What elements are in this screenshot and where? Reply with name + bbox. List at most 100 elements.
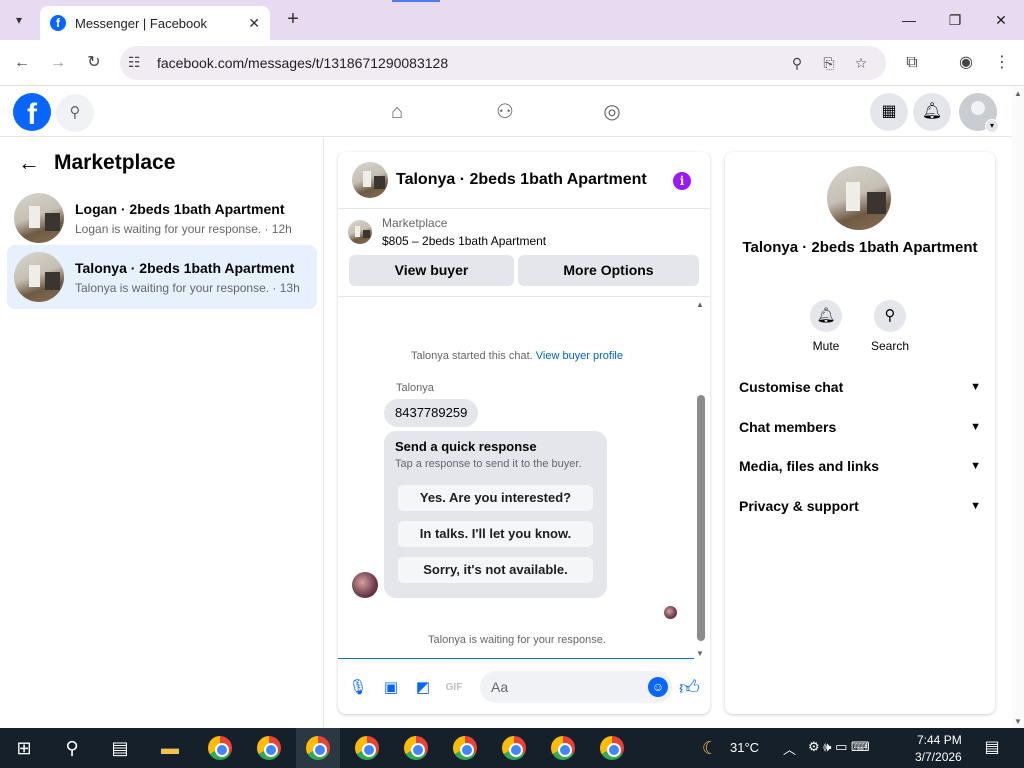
chrome-taskbar-icon[interactable]: [206, 734, 234, 762]
photo-icon[interactable]: ▣: [381, 678, 401, 698]
chrome-taskbar-icon[interactable]: [451, 734, 479, 762]
chrome-taskbar-icon[interactable]: [598, 734, 626, 762]
tab-strip-indicator: [392, 0, 440, 2]
reload-icon[interactable]: ↻: [82, 51, 106, 75]
browser-toolbar: ← → ↻ ☷ facebook.com/messages/t/13186712…: [0, 40, 1024, 86]
site-settings-icon[interactable]: ☷: [128, 54, 141, 71]
scroll-up-icon[interactable]: ▲: [1014, 89, 1022, 98]
info-icon[interactable]: i: [673, 172, 691, 190]
emoji-icon[interactable]: ☺: [648, 677, 668, 697]
quick-reply-button[interactable]: Yes. Are you interested?: [398, 485, 593, 511]
scroll-down-icon[interactable]: ▼: [696, 649, 704, 658]
chat-header[interactable]: Talonya · 2beds 1bath Apartment i: [338, 152, 710, 209]
chrome-taskbar-icon[interactable]: [353, 734, 381, 762]
scroll-up-icon[interactable]: ▲: [696, 300, 704, 309]
search-icon[interactable]: ⚲: [56, 94, 94, 132]
view-buyer-button[interactable]: View buyer: [349, 255, 514, 286]
quick-reply-button[interactable]: In talks. I'll let you know.: [398, 521, 593, 547]
bookmark-star-icon[interactable]: ☆: [851, 53, 871, 73]
new-tab-icon[interactable]: +: [282, 8, 304, 31]
chat-info-name: Talonya · 2beds 1bath Apartment: [742, 239, 978, 256]
search-icon[interactable]: ⚲: [874, 300, 906, 332]
menu-grid-icon[interactable]: ▦: [870, 93, 908, 131]
close-window-icon[interactable]: ✕: [989, 8, 1013, 32]
browser-titlebar: ▾ f Messenger | Facebook ✕ + — ❐ ✕: [0, 0, 1024, 40]
started-text: Talonya started this chat.: [411, 350, 533, 362]
close-tab-icon[interactable]: ✕: [248, 15, 260, 32]
minimize-icon[interactable]: —: [897, 8, 921, 32]
section-customise-chat[interactable]: Customise chat ▼: [739, 379, 981, 395]
extensions-icon[interactable]: ⧉: [900, 51, 924, 75]
marketplace-label: Marketplace: [382, 216, 448, 230]
chat-scrollbar[interactable]: ▲ ▼: [696, 300, 706, 658]
tab-title: Messenger | Facebook: [75, 15, 207, 31]
section-chat-members[interactable]: Chat members ▼: [739, 419, 981, 435]
temperature[interactable]: 31°C: [730, 740, 759, 755]
chrome-taskbar-icon[interactable]: [255, 734, 283, 762]
friends-icon[interactable]: ⚇: [492, 99, 518, 125]
facebook-logo-icon[interactable]: f: [13, 93, 51, 131]
chat-info-panel: Talonya · 2beds 1bath Apartment 🔔︎ Mute …: [725, 152, 995, 714]
view-buyer-profile-link[interactable]: View buyer profile: [536, 350, 623, 362]
menu-icon[interactable]: ⋮: [990, 51, 1014, 75]
maximize-icon[interactable]: ❐: [943, 8, 967, 32]
message-input[interactable]: Aa ☺: [480, 671, 672, 703]
tray-chevron-icon[interactable]: ︿: [783, 739, 796, 758]
url-text[interactable]: facebook.com/messages/t/1318671290083128: [157, 55, 448, 71]
listing-row[interactable]: Marketplace $805 – 2beds 1bath Apartment: [348, 216, 546, 248]
notifications-icon[interactable]: 🔔︎: [913, 93, 951, 131]
install-icon[interactable]: ⎘: [819, 53, 839, 73]
chrome-taskbar-icon[interactable]: [549, 734, 577, 762]
clock-date[interactable]: 3/7/2026: [915, 750, 962, 764]
chevron-down-icon: ▼: [970, 421, 981, 433]
scrollbar-thumb[interactable]: [697, 395, 705, 641]
quick-response-card: Send a quick response Tap a response to …: [384, 431, 607, 598]
clock-time[interactable]: 7:44 PM: [917, 733, 962, 747]
mute-action[interactable]: 🔔︎ Mute: [796, 300, 856, 353]
back-icon[interactable]: ←: [10, 51, 34, 75]
tray-icons[interactable]: ⚙ 🕪︎ ▭ ⌨: [808, 739, 870, 755]
section-media-files[interactable]: Media, files and links ▼: [739, 458, 981, 474]
chat-panel: Talonya · 2beds 1bath Apartment i Market…: [338, 152, 710, 714]
section-privacy-support[interactable]: Privacy & support ▼: [739, 498, 981, 514]
conversation-item-talonya[interactable]: Talonya · 2beds 1bath Apartment Talonya …: [7, 245, 317, 309]
account-avatar[interactable]: ▾: [959, 93, 999, 133]
weather-moon-icon[interactable]: ☾: [698, 736, 722, 760]
search-icon[interactable]: ⚲: [60, 736, 84, 760]
quick-reply-button[interactable]: Sorry, it's not available.: [398, 557, 593, 583]
back-arrow-icon[interactable]: ←: [18, 150, 40, 176]
sticker-icon[interactable]: ◩: [413, 678, 433, 698]
file-explorer-icon[interactable]: ▬: [158, 736, 182, 760]
chrome-taskbar-icon[interactable]: [500, 734, 528, 762]
zoom-icon[interactable]: ⚲: [787, 53, 807, 73]
page-scrollbar[interactable]: ▲ ▼: [1012, 87, 1024, 728]
message-bubble[interactable]: 8437789259: [384, 399, 479, 427]
search-label: Search: [870, 339, 910, 353]
profile-icon[interactable]: ◉: [954, 51, 978, 75]
waiting-notice: Talonya is waiting for your response.: [428, 634, 606, 646]
more-options-button[interactable]: More Options: [518, 255, 699, 286]
mute-label: Mute: [812, 339, 840, 353]
task-view-icon[interactable]: ▤: [108, 736, 132, 760]
sender-name: Talonya: [396, 382, 434, 394]
search-action[interactable]: ⚲ Search: [860, 300, 920, 353]
composer-divider: [338, 658, 694, 659]
tab-dropdown-icon[interactable]: ▾: [8, 10, 30, 30]
groups-icon[interactable]: ◎: [599, 99, 625, 125]
browser-tab[interactable]: f Messenger | Facebook ✕: [40, 6, 270, 40]
chrome-taskbar-icon[interactable]: [402, 734, 430, 762]
forward-icon[interactable]: →: [46, 51, 70, 75]
chevron-down-icon[interactable]: ▾: [985, 119, 999, 133]
address-bar[interactable]: ☷ facebook.com/messages/t/13186712900831…: [120, 46, 886, 80]
home-icon[interactable]: ⌂: [384, 99, 410, 125]
conversation-item-logan[interactable]: Logan · 2beds 1bath Apartment Logan is w…: [7, 186, 317, 250]
microphone-icon[interactable]: 🎙︎: [348, 678, 368, 698]
like-thumb-icon[interactable]: 👍︎: [679, 676, 700, 700]
gif-icon[interactable]: GIF: [444, 678, 464, 698]
windows-start-icon[interactable]: ⊞: [12, 736, 36, 760]
scroll-down-icon[interactable]: ▼: [1014, 717, 1022, 726]
bell-icon[interactable]: 🔔︎: [810, 300, 842, 332]
chrome-taskbar-icon[interactable]: [304, 734, 332, 762]
notifications-center-icon[interactable]: ▤: [980, 736, 1004, 760]
windows-taskbar: ⊞ ⚲ ▤ ▬ ☾ 31°C ︿ ⚙ 🕪︎ ▭ ⌨ 7:44 PM 3/7/20…: [0, 728, 1024, 768]
